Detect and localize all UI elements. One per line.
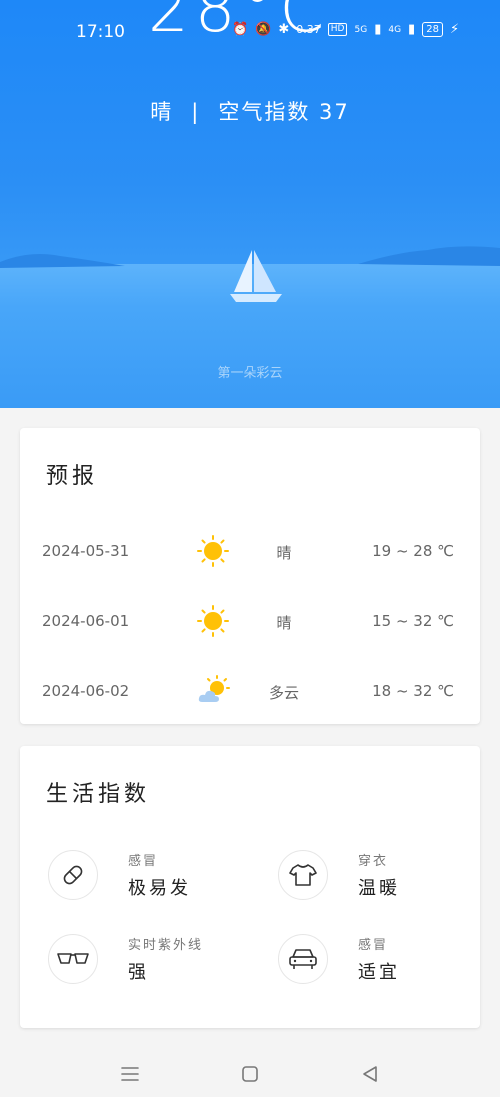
menu-icon[interactable] bbox=[118, 1062, 142, 1086]
system-nav-bar bbox=[0, 1050, 500, 1097]
forecast-date: 2024-05-31 bbox=[42, 542, 130, 560]
life-index-title: 生活指数 bbox=[46, 782, 151, 807]
life-index-value: 适宜 bbox=[358, 962, 400, 983]
pill-icon bbox=[48, 850, 98, 900]
net-type-5g: 5G bbox=[354, 24, 368, 35]
forecast-condition: 多云 bbox=[268, 684, 299, 702]
sun-icon bbox=[197, 605, 229, 637]
air-quality-index: 空气指数 37 bbox=[218, 100, 350, 124]
forecast-temp: 15 ~ 32 ℃ bbox=[372, 612, 454, 630]
hd-icon: HD bbox=[327, 23, 348, 36]
life-index-value: 温暖 bbox=[358, 878, 400, 899]
tshirt-icon bbox=[278, 850, 328, 900]
forecast-temp: 18 ~ 32 ℃ bbox=[372, 682, 454, 700]
alarm-icon: ⏰ bbox=[232, 22, 249, 37]
forecast-row: 2024-05-31 晴 19 ~ 28 ℃ bbox=[20, 532, 480, 572]
partly-cloudy-icon bbox=[198, 675, 230, 702]
forecast-row: 2024-06-02 多云 18 ~ 32 ℃ bbox=[20, 672, 480, 712]
home-icon[interactable] bbox=[238, 1062, 262, 1086]
life-index-label: 感冒 bbox=[358, 938, 389, 953]
net-speed: 0.37 bbox=[296, 23, 321, 36]
weather-hero: 28°C 17:10 ⏰ 🔕 ✱ 0.37 HD 5G ▮ 4G ▮ 28 ⚡ … bbox=[0, 0, 500, 408]
right-island-icon bbox=[358, 246, 500, 266]
bluetooth-icon: ✱ bbox=[278, 22, 290, 37]
life-index-item: 感冒 适宜 bbox=[278, 934, 478, 994]
life-index-label: 感冒 bbox=[128, 854, 159, 869]
back-icon[interactable] bbox=[358, 1062, 382, 1086]
status-icons: ⏰ 🔕 ✱ 0.37 HD 5G ▮ 4G ▮ 28 ⚡ bbox=[232, 22, 459, 37]
forecast-title: 预报 bbox=[46, 464, 99, 489]
life-index-label: 实时紫外线 bbox=[128, 938, 204, 953]
forecast-condition: 晴 bbox=[276, 614, 292, 632]
life-index-value: 强 bbox=[128, 962, 149, 983]
forecast-date: 2024-06-01 bbox=[42, 612, 130, 630]
net-type-4g: 4G bbox=[388, 24, 402, 35]
signal-icon: ▮ bbox=[374, 22, 382, 37]
forecast-row: 2024-06-01 晴 15 ~ 32 ℃ bbox=[20, 602, 480, 642]
life-index-value: 极易发 bbox=[128, 878, 191, 899]
life-index-card: 生活指数 感冒 极易发 穿衣 温暖 实时紫外线 强 感冒 适宜 bbox=[20, 746, 480, 1028]
status-bar: 17:10 ⏰ 🔕 ✱ 0.37 HD 5G ▮ 4G ▮ 28 ⚡ bbox=[0, 18, 500, 48]
left-island-icon bbox=[0, 254, 125, 268]
separator: | bbox=[191, 100, 201, 124]
forecast-date: 2024-06-02 bbox=[42, 682, 130, 700]
life-index-item: 感冒 极易发 bbox=[48, 850, 248, 910]
status-time: 17:10 bbox=[76, 22, 125, 42]
app-caption: 第一朵彩云 bbox=[217, 366, 283, 381]
battery-icon: 28 bbox=[422, 22, 443, 37]
signal-icon: ▮ bbox=[408, 22, 416, 37]
forecast-card: 预报 2024-05-31 晴 19 ~ 28 ℃ 2024-06-01 晴 1… bbox=[20, 428, 480, 724]
weather-summary: 晴 | 空气指数 37 bbox=[0, 96, 500, 126]
life-index-item: 实时紫外线 强 bbox=[48, 934, 248, 994]
life-index-item: 穿衣 温暖 bbox=[278, 850, 478, 910]
sun-icon bbox=[197, 535, 229, 567]
sailboat-icon bbox=[230, 250, 282, 302]
sunglasses-icon bbox=[48, 934, 98, 984]
mute-icon: 🔕 bbox=[255, 22, 272, 37]
charging-icon: ⚡ bbox=[449, 22, 460, 37]
life-index-label: 穿衣 bbox=[358, 854, 389, 869]
forecast-temp: 19 ~ 28 ℃ bbox=[372, 542, 454, 560]
forecast-condition: 晴 bbox=[276, 544, 292, 562]
car-icon bbox=[278, 934, 328, 984]
weather-condition: 晴 bbox=[150, 100, 174, 124]
